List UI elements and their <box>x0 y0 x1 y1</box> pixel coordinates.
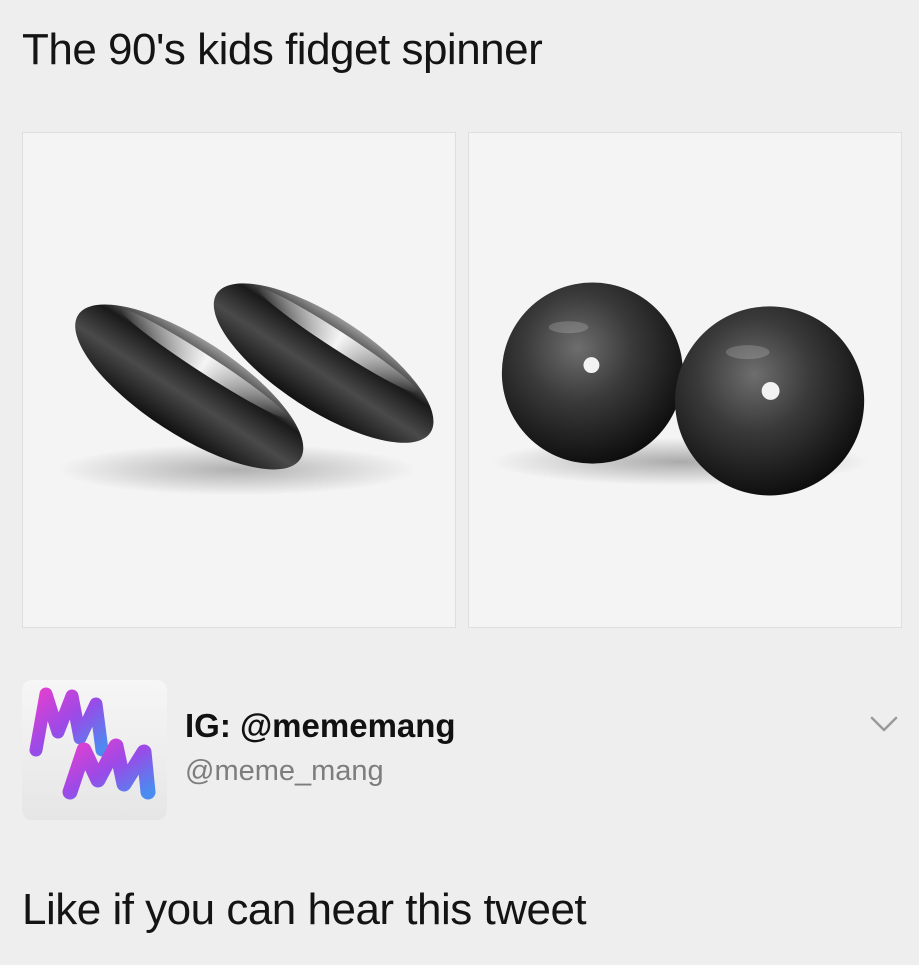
user-handle[interactable]: @meme_mang <box>185 755 384 788</box>
chevron-down-icon[interactable] <box>866 710 902 738</box>
mm-logo-icon <box>29 687 156 800</box>
oval-magnets-icon <box>57 283 434 496</box>
spherical-magnets-icon <box>490 282 870 496</box>
photo-oval-magnets[interactable] <box>22 132 456 628</box>
image-grid <box>22 132 902 628</box>
display-name[interactable]: IG: @mememang <box>185 707 456 744</box>
account-header: IG: @mememang @meme_mang <box>22 680 902 820</box>
avatar[interactable] <box>22 680 167 820</box>
tweet-text: Like if you can hear this tweet <box>22 885 587 934</box>
photo-spherical-magnets[interactable] <box>468 132 902 628</box>
meme-title: The 90's kids fidget spinner <box>22 25 543 74</box>
